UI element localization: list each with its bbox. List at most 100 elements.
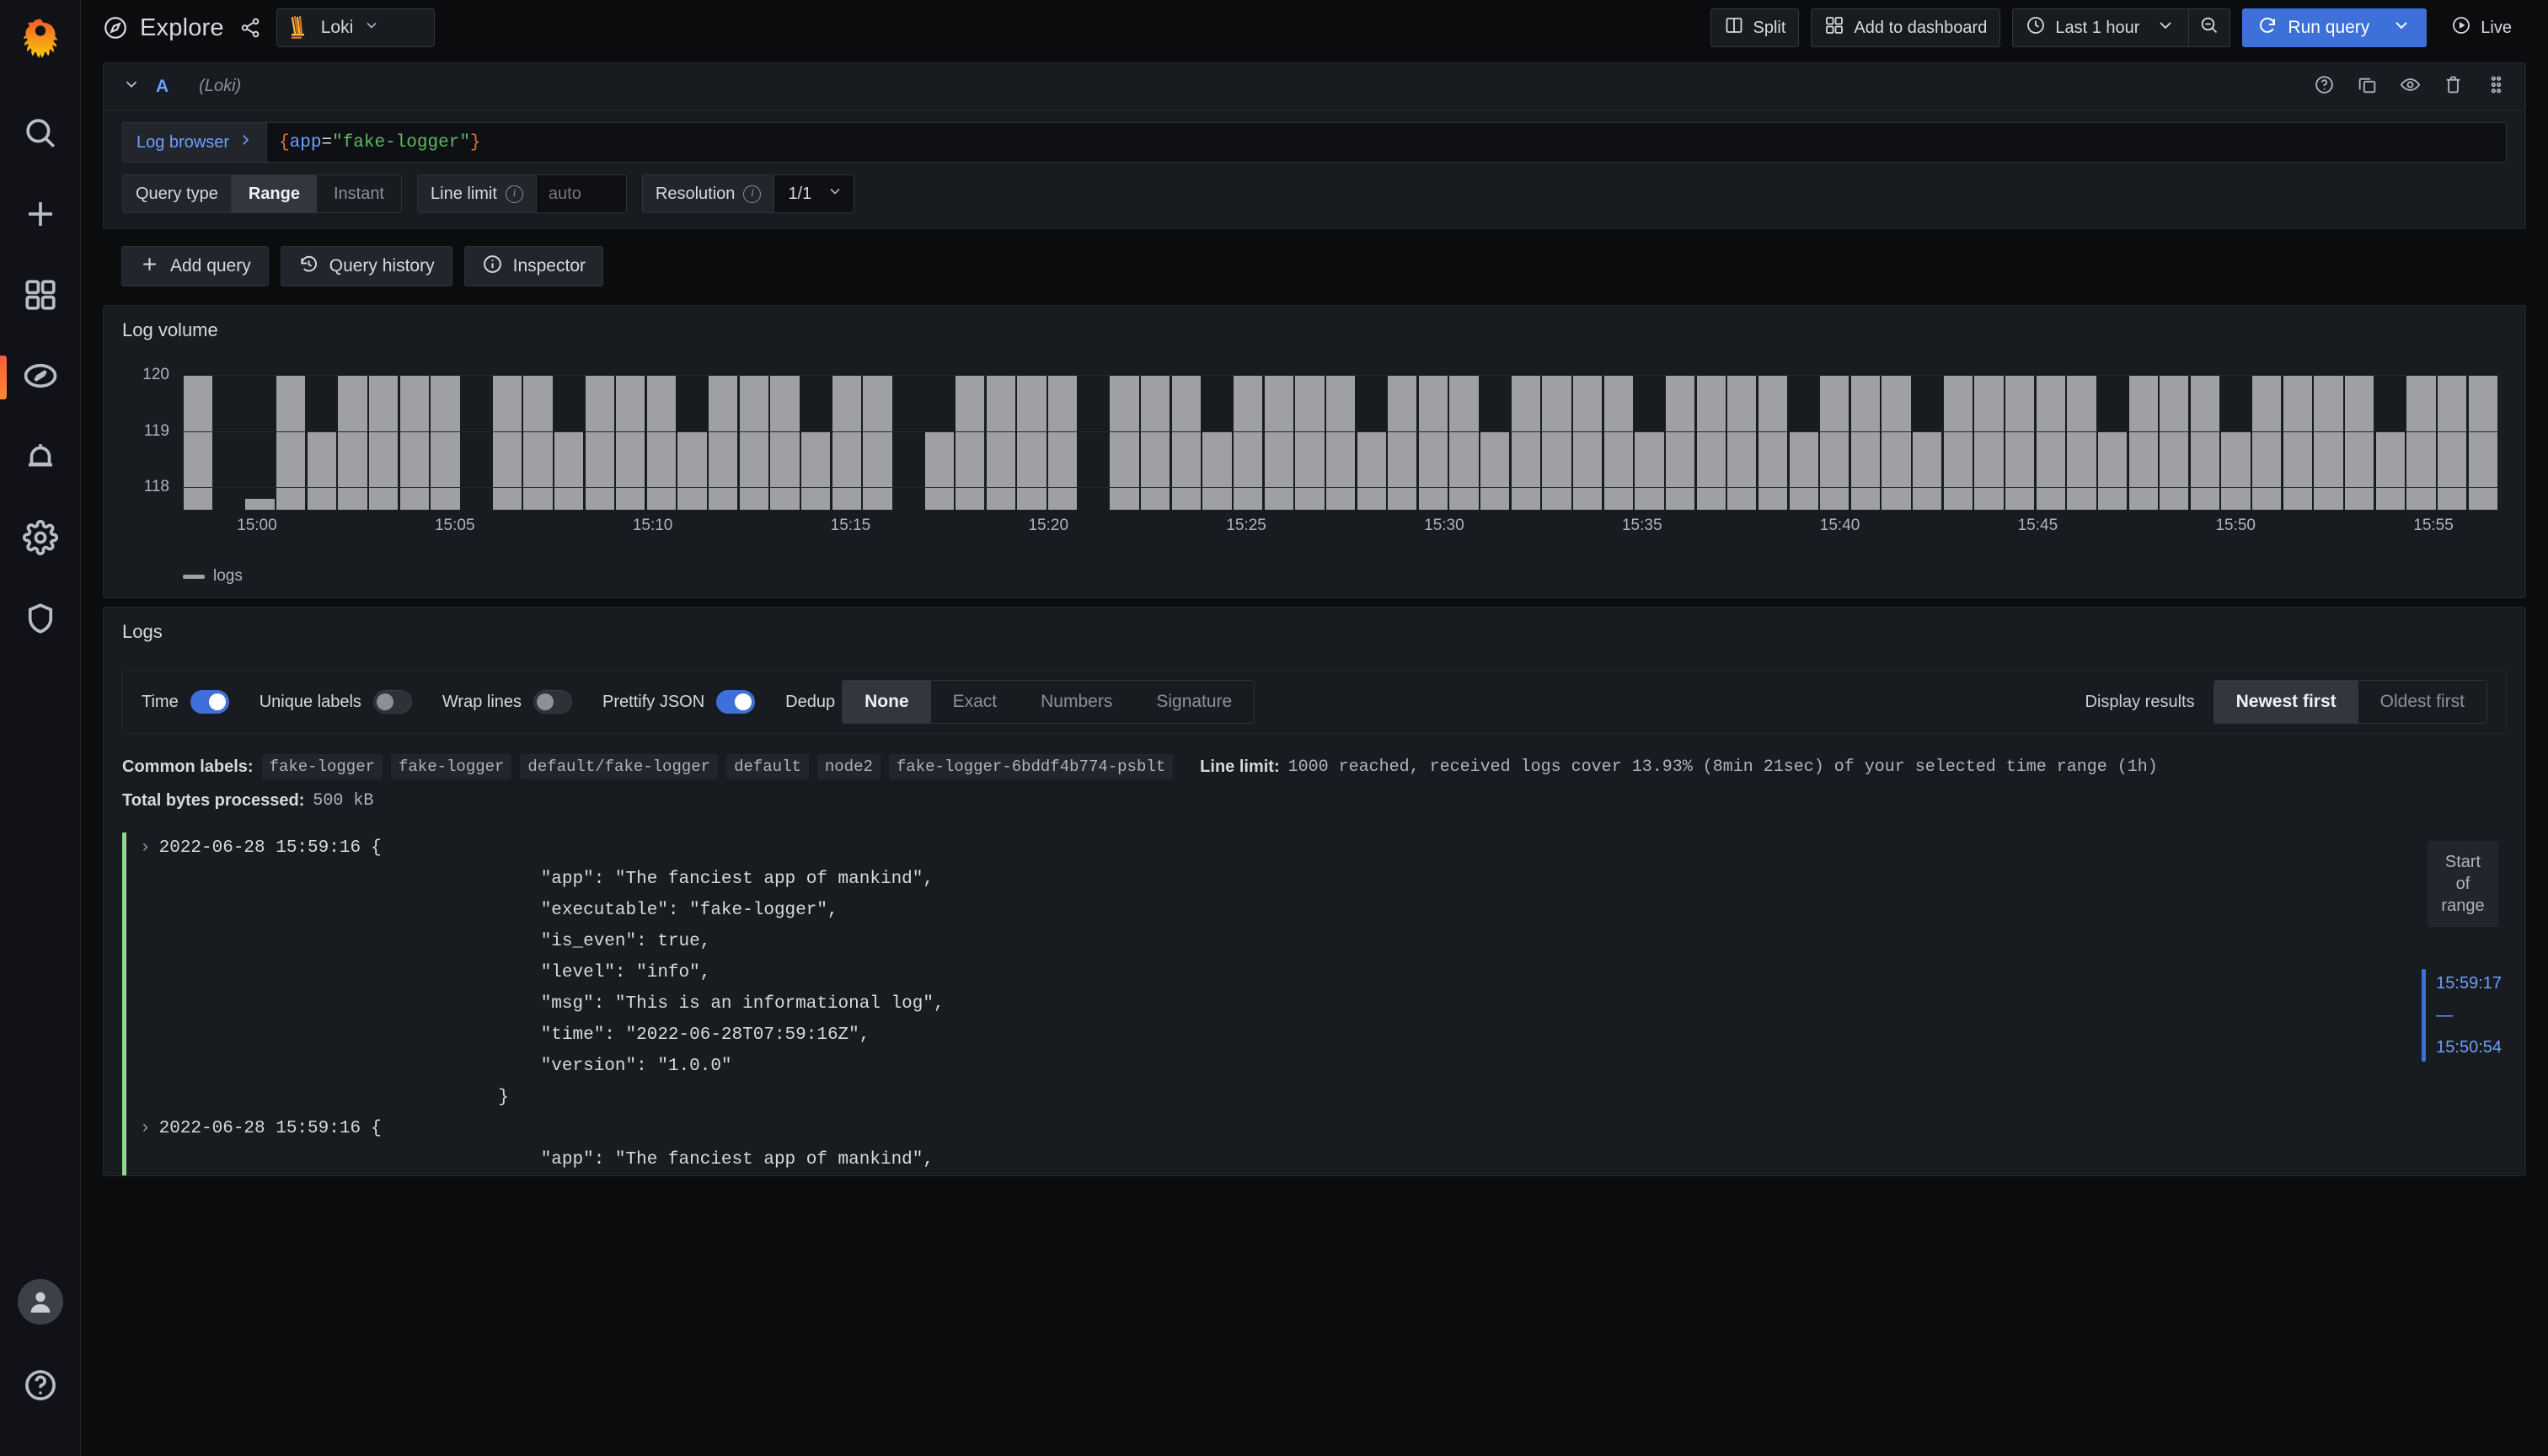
info-icon[interactable]: i [505,185,523,203]
dashboard-grid-icon [1824,15,1844,40]
share-icon[interactable] [239,17,261,39]
chart-gridline [183,487,2498,489]
chart-bar [523,375,553,510]
sidebar-item-configuration[interactable] [0,499,81,580]
add-to-dashboard-button[interactable]: Add to dashboard [1811,8,2001,47]
unique-labels-label: Unique labels [259,692,361,711]
zoom-out-button[interactable] [2188,8,2231,47]
sidebar-item-server-admin[interactable] [0,580,81,661]
option-prettify-json[interactable]: Prettify JSON [602,690,756,714]
start-of-range-button[interactable]: Start of range [2428,841,2498,927]
chart-x-tick: 15:55 [2413,517,2454,534]
query-token-value: "fake-logger" [332,132,470,153]
sidebar-item-explore[interactable] [0,337,81,418]
dedup-numbers[interactable]: Numbers [1019,681,1135,723]
display-oldest-first[interactable]: Oldest first [2358,681,2486,723]
chart-bar [1913,431,1942,510]
query-type-range[interactable]: Range [231,175,317,212]
common-label-chip[interactable]: fake-logger [391,754,512,779]
option-unique-labels[interactable]: Unique labels [260,690,412,714]
chart-bar [2283,375,2313,510]
sidebar-item-alerting[interactable] [0,418,81,499]
dedup-signature[interactable]: Signature [1134,681,1255,723]
top-toolbar: Explore Loki Split Add to dashboard Last… [81,0,2548,56]
chevron-down-icon[interactable] [2391,15,2412,40]
line-limit-input[interactable]: auto [535,174,627,213]
live-button[interactable]: Live [2438,8,2524,47]
chart-bar [1202,431,1232,510]
common-label-chip[interactable]: default/fake-logger [520,754,719,779]
chart-bar [1480,431,1510,510]
copy-icon[interactable] [2357,74,2378,99]
refresh-icon [2257,15,2278,40]
chart-bar [2067,375,2096,510]
common-label-chip[interactable]: default [726,754,809,779]
inspector-button[interactable]: Inspector [463,246,603,286]
query-input[interactable]: {app = "fake-logger"} [266,122,2507,163]
unique-labels-toggle[interactable] [372,690,412,714]
common-label-chip[interactable]: fake-logger-6bddf4b774-psblt [888,754,1174,779]
log-row[interactable]: › 2022-06-28 15:59:16 { "app": "The fanc… [122,832,2507,1113]
chart-x-tick: 15:15 [830,517,871,534]
dedup-exact[interactable]: Exact [930,681,1020,723]
chart-bar [369,375,399,510]
info-icon[interactable]: i [743,185,762,203]
time-toggle[interactable] [190,690,229,714]
prettify-json-toggle[interactable] [716,690,756,714]
sidebar-item-help[interactable] [0,1346,81,1427]
grafana-logo[interactable] [14,13,67,66]
chevron-right-icon[interactable]: › [140,832,151,1113]
log-volume-panel: Log volume 118 119 120 15:00 15:05 15:10 15:1… [103,305,2526,598]
line-limit-label: Line limit i [417,174,536,213]
option-time[interactable]: Time [142,690,229,714]
log-row[interactable]: › 2022-06-28 15:59:16 { "app": "The fanc… [122,1113,2507,1175]
chart-bar [2160,375,2189,510]
toolbar-actions: Split Add to dashboard Last 1 hour Run q… [1710,8,2524,47]
display-newest-first[interactable]: Newest first [2213,681,2358,723]
help-icon[interactable] [2314,74,2335,99]
query-token-label: app [289,132,322,153]
wrap-lines-toggle[interactable] [533,690,573,714]
query-type-instant[interactable]: Instant [316,175,401,212]
bell-icon [23,439,58,479]
common-label-chip[interactable]: node2 [816,754,881,779]
resolution-select[interactable]: 1/1 [774,174,855,213]
chart-bar [1603,375,1633,510]
sidebar-item-search[interactable] [0,94,81,175]
drag-handle-icon[interactable] [2486,74,2507,99]
time-range-picker[interactable]: Last 1 hour [2012,8,2189,47]
chart-bar [1110,375,1139,510]
resolution-group: Resolution i 1/1 [641,174,855,213]
trash-icon[interactable] [2443,74,2464,99]
query-token-operator: = [321,132,333,153]
sidebar-item-create[interactable] [0,175,81,256]
play-icon [2451,15,2471,40]
add-query-button[interactable]: Add query [121,246,269,286]
chevron-down-icon[interactable] [122,75,141,98]
split-button[interactable]: Split [1710,8,1800,47]
chevron-right-icon[interactable]: › [140,1113,151,1175]
eye-icon[interactable] [2400,74,2421,99]
datasource-picker[interactable]: Loki [276,8,435,47]
query-expression-row: Log browser {app = "fake-logger"} [104,110,2525,163]
clock-icon [2026,15,2046,40]
chart-bar [338,375,367,510]
query-editor-panel: A (Loki) Log browser {app = "fake-logge… [103,62,2526,229]
dedup-none[interactable]: None [843,681,931,723]
log-volume-chart[interactable]: 118 119 120 15:00 15:05 15:10 15:15 15:20 15:25… [122,366,2507,535]
option-wrap-lines[interactable]: Wrap lines [442,690,573,714]
range-times: 15:59:17 — 15:50:54 [2436,967,2502,1063]
chart-bar [1048,375,1078,510]
avatar[interactable] [17,1279,63,1325]
sidebar-item-dashboards[interactable] [0,256,81,337]
chart-x-tick: 15:40 [1819,517,1860,534]
run-query-button[interactable]: Run query [2242,8,2428,47]
common-label-chip[interactable]: fake-logger [261,754,383,779]
chart-gridline [183,375,2498,376]
query-history-button[interactable]: Query history [280,246,452,286]
page-title-group: Explore [103,14,261,42]
log-browser-button[interactable]: Log browser [122,122,267,163]
chart-bar [2375,431,2405,510]
log-level-bar [122,1113,126,1175]
chart-bar [646,375,677,510]
